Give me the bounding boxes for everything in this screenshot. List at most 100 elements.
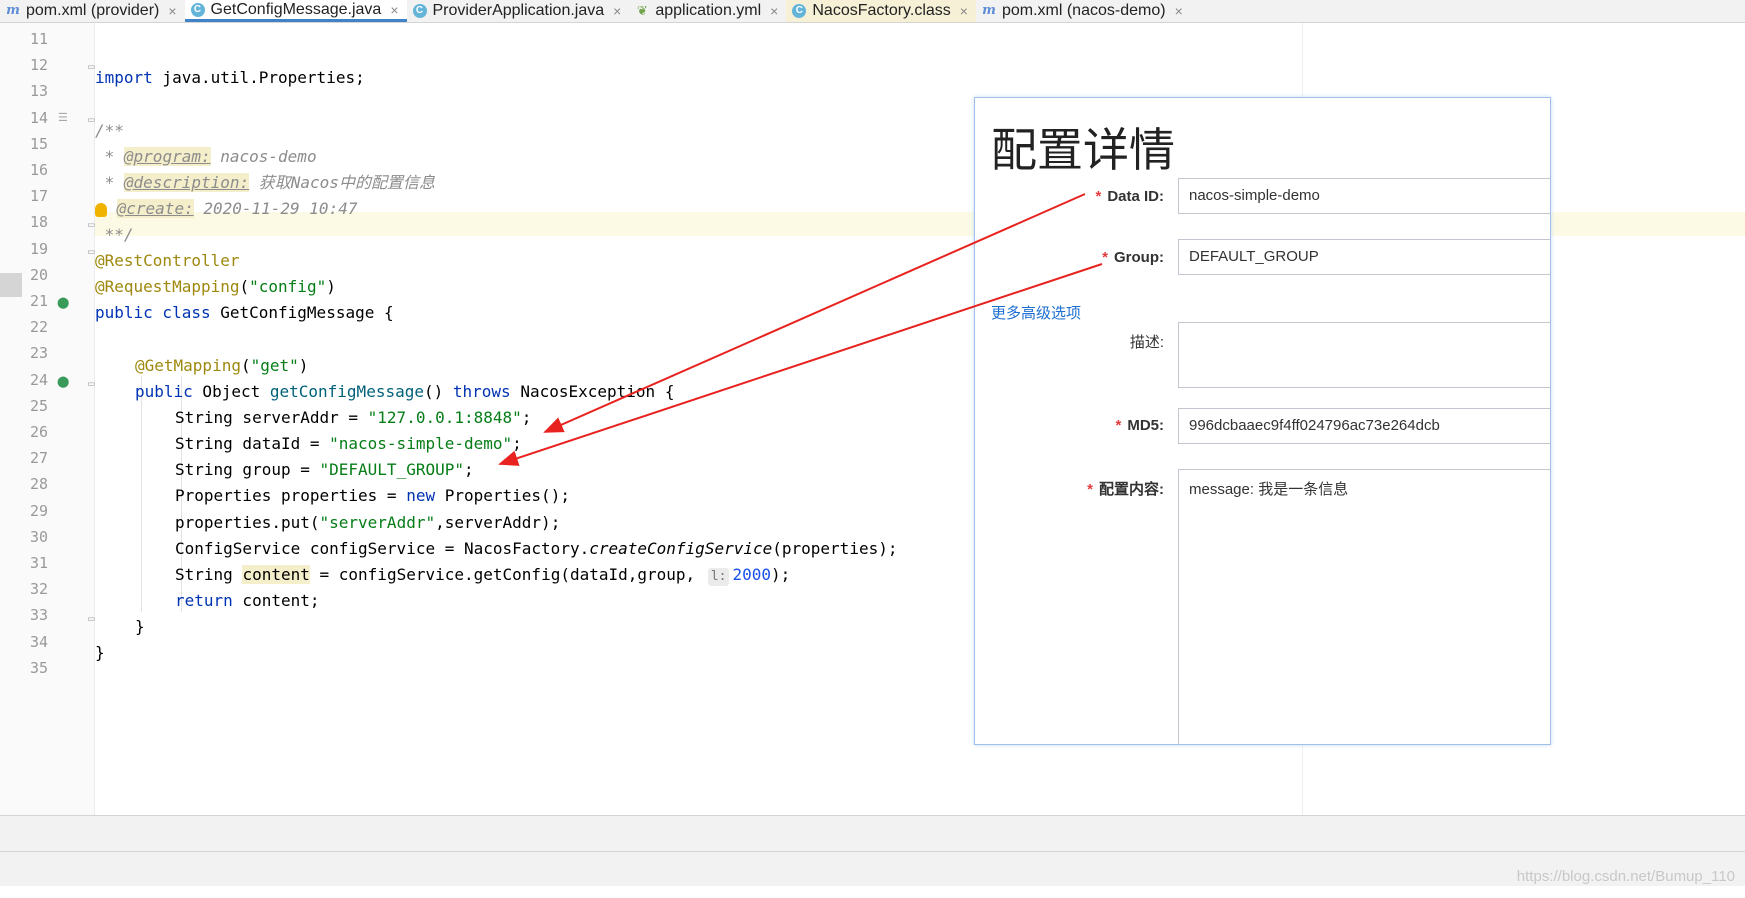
- description-label: 描述:: [1129, 334, 1164, 351]
- tab-label: NacosFactory.class: [812, 2, 951, 19]
- advanced-options-link[interactable]: 更多高级选项: [991, 302, 1081, 323]
- fold-icon[interactable]: ▭: [88, 218, 95, 231]
- class-icon: C: [190, 2, 205, 17]
- fold-icon[interactable]: ▭: [88, 113, 95, 126]
- required-mark: *: [1087, 481, 1093, 498]
- required-mark: *: [1095, 188, 1102, 205]
- watermark: https://blog.csdn.net/Bumup_110: [1516, 868, 1735, 885]
- line-number: 12: [30, 56, 49, 75]
- maven-icon: m: [982, 3, 996, 18]
- code-line-26: String dataId = "nacos-simple-demo";: [175, 434, 522, 453]
- group-field[interactable]: DEFAULT_GROUP: [1178, 239, 1550, 275]
- code-line-16: * @description: 获取Nacos中的配置信息: [95, 173, 435, 192]
- line-number: 29: [30, 501, 49, 520]
- line-number: 35: [30, 658, 49, 677]
- tab-getconfigmessage[interactable]: C GetConfigMessage.java ×: [184, 0, 407, 22]
- code-line-23: @GetMapping("get"): [135, 356, 309, 375]
- code-line-24: public Object getConfigMessage() throws …: [135, 382, 675, 401]
- maven-icon: m: [6, 3, 20, 18]
- close-icon[interactable]: ×: [770, 3, 778, 19]
- tab-label: ProviderApplication.java: [432, 2, 605, 19]
- code-line-34: }: [95, 643, 105, 662]
- lightbulb-icon[interactable]: [95, 202, 107, 217]
- md5-field[interactable]: 996dcbaaec9f4ff024796ac73e264dcb: [1178, 408, 1550, 444]
- md5-label: * MD5:: [1115, 417, 1164, 434]
- bottom-edge: [0, 886, 1745, 898]
- line-number: 24: [30, 370, 49, 389]
- spring-bean-icon[interactable]: ⬤: [57, 375, 69, 388]
- description-field[interactable]: [1178, 322, 1550, 388]
- line-number: 33: [30, 606, 49, 625]
- code-line-18: **/: [95, 225, 134, 244]
- class-icon: C: [412, 4, 427, 18]
- code-line-15: * @program: nacos-demo: [95, 147, 317, 166]
- line-number: 25: [30, 396, 49, 415]
- code-line-29: properties.put("serverAddr",serverAddr);: [175, 513, 561, 532]
- fold-icon[interactable]: ▭: [88, 245, 95, 258]
- code-line-32: return content;: [175, 591, 320, 610]
- code-line-25: String serverAddr = "127.0.0.1:8848";: [175, 408, 532, 427]
- tab-pom-provider[interactable]: m pom.xml (provider) ×: [0, 0, 185, 22]
- code-line-17: @create: 2020-11-29 10:47: [95, 196, 357, 222]
- line-number: 14: [30, 108, 49, 127]
- required-mark: *: [1115, 417, 1122, 434]
- line-number: 30: [30, 527, 49, 546]
- code-line-21: public class GetConfigMessage {: [95, 303, 394, 322]
- line-number: 17: [30, 187, 49, 206]
- fold-icon[interactable]: ▭: [88, 60, 95, 73]
- code-line-14: /**: [95, 121, 124, 140]
- line-number: 13: [30, 82, 49, 101]
- status-bar: [0, 851, 1745, 887]
- data-id-label: * Data ID:: [1095, 188, 1164, 205]
- code-line-20: @RequestMapping("config"): [95, 277, 336, 296]
- line-number: 34: [30, 632, 49, 651]
- required-mark: *: [1102, 249, 1108, 266]
- line-number: 21: [30, 292, 49, 310]
- tab-application-yml[interactable]: ❦ application.yml ×: [629, 0, 786, 22]
- data-id-field[interactable]: nacos-simple-demo: [1178, 178, 1550, 214]
- scroll-marker: [0, 273, 22, 297]
- tab-label: GetConfigMessage.java: [210, 0, 382, 18]
- nacos-config-detail-panel: 配置详情 * Data ID: nacos-simple-demo * Group:…: [974, 97, 1551, 745]
- line-number: 18: [30, 213, 49, 232]
- line-number: 11: [30, 30, 49, 48]
- tab-nacosfactory[interactable]: C NacosFactory.class ×: [786, 0, 976, 22]
- code-line-33: }: [135, 617, 145, 636]
- fold-icon[interactable]: ▭: [88, 612, 95, 625]
- tab-pom-nacos-demo[interactable]: m pom.xml (nacos-demo) ×: [976, 0, 1191, 22]
- line-number: 31: [30, 554, 49, 572]
- line-number: 26: [30, 423, 49, 441]
- code-line-12: import java.util.Properties;: [95, 68, 365, 87]
- code-line-31: String content = configService.getConfig…: [175, 565, 791, 586]
- line-number: 16: [30, 161, 49, 179]
- line-number: 19: [30, 239, 49, 258]
- group-label: * Group:: [1102, 249, 1164, 266]
- line-number: 32: [30, 580, 49, 599]
- close-icon[interactable]: ×: [1175, 3, 1183, 19]
- spring-bean-icon[interactable]: ⬤: [57, 296, 69, 309]
- doc-render-icon[interactable]: ☰: [58, 111, 68, 124]
- code-line-30: ConfigService configService = NacosFacto…: [175, 539, 898, 558]
- close-icon[interactable]: ×: [613, 3, 621, 19]
- parameter-hint: l:: [707, 568, 730, 586]
- tab-label: pom.xml (nacos-demo): [1001, 2, 1166, 19]
- code-line-27: String group = "DEFAULT_GROUP";: [175, 460, 474, 479]
- fold-icon[interactable]: ▭: [88, 377, 95, 390]
- content-field[interactable]: message: 我是一条信息: [1178, 469, 1550, 744]
- code-line-19: @RestController: [95, 251, 240, 270]
- left-tool-strip: [0, 23, 23, 815]
- tab-providerapplication[interactable]: C ProviderApplication.java ×: [407, 0, 630, 22]
- code-line-28: Properties properties = new Properties()…: [175, 486, 570, 505]
- tool-window-bar: [0, 815, 1745, 852]
- close-icon[interactable]: ×: [390, 2, 398, 18]
- line-number: 23: [30, 344, 49, 363]
- class-icon: C: [792, 4, 807, 18]
- content-label: * 配置内容:: [1087, 481, 1164, 498]
- tab-label: pom.xml (provider): [26, 2, 160, 19]
- line-number: 22: [30, 318, 49, 337]
- close-icon[interactable]: ×: [168, 3, 176, 19]
- yaml-icon: ❦: [636, 3, 648, 18]
- close-icon[interactable]: ×: [960, 3, 968, 19]
- editor-tab-bar: m pom.xml (provider) × C GetConfigMessag…: [0, 0, 1745, 23]
- line-number: 27: [30, 449, 49, 468]
